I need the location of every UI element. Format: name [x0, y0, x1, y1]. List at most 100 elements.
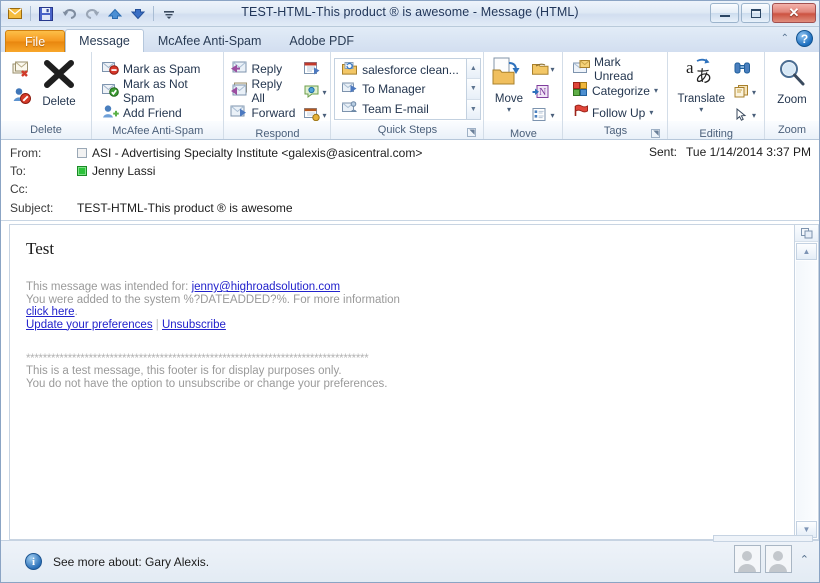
quick-steps-gallery: salesforce clean... To Manager Team E-ma…: [334, 58, 481, 120]
mark-as-not-spam-icon: [102, 82, 119, 100]
body-scrollbar[interactable]: ▲ ▼: [795, 224, 819, 540]
from-value-wrap[interactable]: ASI - Advertising Specialty Institute <g…: [77, 146, 422, 160]
tab-file[interactable]: File: [5, 30, 66, 52]
quick-step-team-email[interactable]: Team E-mail: [337, 99, 464, 118]
meeting-icon: [304, 61, 321, 78]
related-button[interactable]: ▾: [731, 82, 759, 103]
quick-steps-title-text: Quick Steps: [377, 124, 438, 136]
translate-button[interactable]: a あ Translate ▾: [673, 55, 729, 116]
scroll-up-icon[interactable]: ▲: [796, 243, 817, 260]
reply-all-button[interactable]: Reply All: [225, 77, 300, 105]
forward-icon: [230, 104, 247, 121]
mark-as-not-spam-button[interactable]: Mark as Not Spam: [97, 77, 218, 105]
find-binoculars-icon: [734, 62, 751, 78]
close-button[interactable]: ✕: [772, 3, 816, 23]
header-row-cc: Cc:: [1, 180, 819, 198]
ignore-button[interactable]: [9, 61, 35, 82]
more-respond-button[interactable]: ▾: [301, 105, 329, 126]
close-icon: ✕: [788, 5, 800, 20]
message-body-pane[interactable]: Test This message was intended for: jenn…: [9, 224, 795, 540]
follow-up-button[interactable]: Follow Up ▾: [568, 102, 663, 123]
zoom-button-label: Zoom: [777, 94, 807, 106]
meeting-button[interactable]: [301, 59, 329, 80]
maximize-button[interactable]: [741, 3, 770, 23]
collapse-ribbon-icon[interactable]: ⌃: [781, 33, 789, 44]
scroll-track[interactable]: [796, 261, 817, 520]
translate-button-label: Translate: [677, 93, 725, 105]
related-icon: [734, 84, 751, 101]
subject-label: Subject:: [10, 201, 54, 215]
quick-steps-scrollbar[interactable]: ▲ ▼ ▼: [465, 59, 480, 119]
unsubscribe-link[interactable]: Unsubscribe: [162, 319, 226, 331]
follow-up-label: Follow Up: [591, 105, 646, 120]
status-bar-right: ⌃: [733, 545, 813, 573]
date-added-text: You were added to the system %?DATEADDED…: [26, 293, 400, 306]
quick-step-salesforce-label: salesforce clean...: [362, 62, 459, 77]
to-value-wrap[interactable]: Jenny Lassi: [77, 164, 155, 178]
more-respond-caret-icon: ▾: [322, 111, 327, 120]
quick-steps-more-icon[interactable]: ▼: [466, 99, 480, 119]
zoom-button[interactable]: Zoom: [770, 55, 814, 109]
mark-as-not-spam-label: Mark as Not Spam: [123, 76, 188, 105]
delete-button[interactable]: Delete: [35, 58, 83, 111]
minimize-button[interactable]: [710, 3, 739, 23]
click-here-link[interactable]: click here: [26, 306, 75, 318]
horizontal-scroll-track[interactable]: [713, 535, 813, 542]
quick-step-salesforce[interactable]: salesforce clean...: [337, 60, 464, 79]
junk-button[interactable]: [9, 86, 35, 107]
categorize-button[interactable]: Categorize ▾: [568, 80, 663, 101]
delete-button-label: Delete: [42, 96, 76, 108]
rules-caret-icon: ▾: [550, 65, 555, 74]
add-friend-button[interactable]: Add Friend: [97, 102, 218, 123]
actions-button[interactable]: ▾: [529, 105, 557, 126]
expand-people-pane-icon[interactable]: ⌃: [796, 553, 813, 566]
quick-step-to-manager-icon: [342, 81, 357, 97]
outlook-message-window: TEST-HTML-This product ® is awesome - Me…: [0, 0, 820, 583]
mark-unread-button[interactable]: Mark Unread: [568, 55, 663, 83]
ribbon-group-editing: a あ Translate ▾ ▾ ▾ Editing: [668, 52, 765, 140]
sent-value: Tue 1/14/2014 3:37 PM: [686, 145, 811, 159]
quick-step-salesforce-icon: [342, 61, 358, 78]
message-footer: This is a test message, this footer is f…: [26, 365, 778, 390]
onenote-button[interactable]: N: [529, 82, 557, 103]
quick-step-to-manager[interactable]: To Manager: [337, 80, 464, 99]
select-button[interactable]: ▾: [731, 105, 759, 126]
subject-value: TEST-HTML-This product ® is awesome: [77, 201, 293, 215]
contact-avatar-1[interactable]: [733, 545, 761, 573]
recipient-email-link[interactable]: jenny@highroadsolution.com: [192, 281, 340, 293]
related-caret-icon: ▾: [751, 88, 756, 97]
quick-steps-dialog-launcher-icon[interactable]: ◥: [467, 128, 477, 137]
find-button[interactable]: [731, 59, 759, 80]
cc-label: Cc:: [10, 182, 28, 196]
tab-mcafee-anti-spam[interactable]: McAfee Anti-Spam: [144, 29, 276, 52]
quick-steps-scroll-down-icon[interactable]: ▼: [466, 79, 480, 100]
select-caret-icon: ▾: [751, 111, 756, 120]
mark-as-spam-icon: [102, 60, 119, 78]
follow-up-flag-icon: [573, 104, 588, 121]
onenote-icon: N: [532, 84, 549, 101]
delete-x-icon: [41, 60, 77, 95]
reply-label: Reply: [251, 61, 283, 76]
sent-info: Sent: Tue 1/14/2014 3:37 PM: [649, 145, 811, 159]
im-icon: [304, 85, 321, 101]
forward-button[interactable]: Forward: [225, 102, 300, 123]
ribbon-group-tags-title: Tags ◥: [568, 123, 662, 140]
tab-adobe-pdf[interactable]: Adobe PDF: [275, 29, 368, 52]
actions-icon: [532, 107, 549, 124]
split-pane-icon[interactable]: [795, 225, 818, 242]
move-button[interactable]: Move ▾: [489, 55, 528, 116]
status-bar: i See more about: Gary Alexis. ⌃: [1, 535, 819, 582]
im-button[interactable]: ▾: [301, 82, 329, 103]
status-text: See more about: Gary Alexis.: [53, 554, 210, 569]
move-button-label: Move: [494, 93, 524, 105]
junk-icon: [12, 86, 32, 107]
update-preferences-link[interactable]: Update your preferences: [26, 319, 153, 331]
quick-steps-scroll-up-icon[interactable]: ▲: [466, 59, 480, 80]
tags-dialog-launcher-icon[interactable]: ◥: [651, 129, 661, 138]
tab-message[interactable]: Message: [65, 29, 144, 52]
help-icon[interactable]: ?: [796, 30, 813, 47]
to-value: Jenny Lassi: [92, 164, 156, 178]
contact-avatar-2[interactable]: [764, 545, 792, 573]
rules-button[interactable]: ▾: [529, 59, 557, 80]
move-folder-icon: [492, 57, 525, 92]
